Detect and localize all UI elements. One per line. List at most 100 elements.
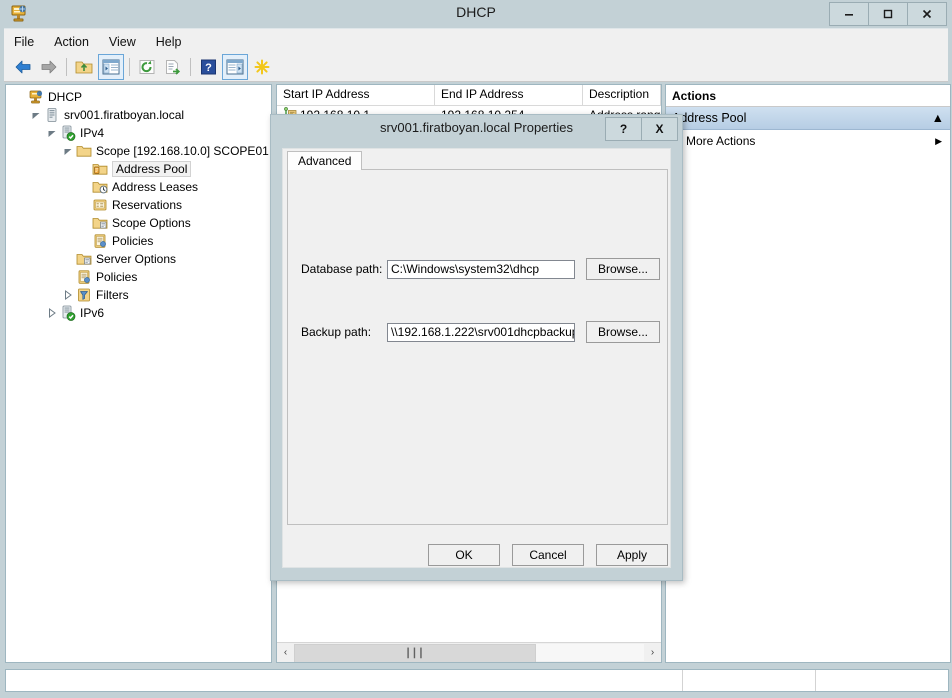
up-one-level-icon[interactable] <box>72 55 96 79</box>
database-path-input[interactable]: C:\Windows\system32\dhcp <box>387 259 575 279</box>
column-start-ip-address[interactable]: Start IP Address <box>277 85 435 105</box>
dialog-buttons: OK Cancel Apply <box>271 544 682 566</box>
ok-button[interactable]: OK <box>428 544 500 566</box>
tree-item-policies[interactable]: Policies <box>6 232 271 250</box>
show-hide-action-pane-icon[interactable] <box>222 54 248 80</box>
tree-item-scope-192-168-10-0-scope01[interactable]: Scope [192.168.10.0] SCOPE01 <box>6 142 271 160</box>
chevron-right-icon[interactable] <box>60 287 76 303</box>
scroll-right-arrow-icon[interactable]: › <box>644 644 661 661</box>
scrollbar-track[interactable]: ┃┃┃ <box>294 644 644 662</box>
column-description[interactable]: Description <box>583 85 661 105</box>
scrollbar-thumb[interactable]: ┃┃┃ <box>294 644 536 662</box>
cancel-button[interactable]: Cancel <box>512 544 584 566</box>
dialog-caption-buttons: ? X <box>605 117 678 141</box>
toolbar: ? <box>4 53 948 82</box>
tree-item-scope-options[interactable]: Scope Options <box>6 214 271 232</box>
show-hide-console-tree-icon[interactable] <box>98 54 124 80</box>
scrollbar-grip-icon: ┃┃┃ <box>405 648 425 658</box>
chevron-up-icon[interactable]: ▲ <box>932 111 944 125</box>
tree-item-policies[interactable]: Policies <box>6 268 271 286</box>
dialog-help-button[interactable]: ? <box>605 117 642 141</box>
tree-item-label: Policies <box>112 234 154 248</box>
dhcp-main-window: DHCP File Action View Help ? DHCP srv001… <box>0 0 952 698</box>
tab-advanced[interactable]: Advanced <box>287 151 363 170</box>
scroll-left-arrow-icon[interactable]: ‹ <box>277 644 294 661</box>
window-title: DHCP <box>456 4 496 20</box>
action-label: More Actions <box>686 134 756 148</box>
server-properties-dialog: srv001.firatboyan.local Properties ? X A… <box>270 114 683 581</box>
toolbar-separator <box>129 58 130 76</box>
minimize-button[interactable] <box>829 2 869 26</box>
tree-item-srv001-firatboyan-local[interactable]: srv001.firatboyan.local <box>6 106 271 124</box>
tree-item-ipv6[interactable]: IPv6 <box>6 304 271 322</box>
tree-item-label: IPv4 <box>80 126 105 140</box>
tree-item-label: Server Options <box>96 252 177 266</box>
dialog-close-button[interactable]: X <box>641 117 678 141</box>
filters-icon <box>76 287 92 303</box>
status-pane-1 <box>683 670 816 691</box>
tree-item-label: DHCP <box>48 90 83 104</box>
database-path-browse-button[interactable]: Browse... <box>586 258 660 280</box>
window-titlebar: DHCP <box>0 0 952 27</box>
back-icon[interactable] <box>11 55 35 79</box>
backup-path-browse-button[interactable]: Browse... <box>586 321 660 343</box>
tree-item-server-options[interactable]: Server Options <box>6 250 271 268</box>
column-end-ip-address[interactable]: End IP Address <box>435 85 583 105</box>
forward-icon[interactable] <box>37 55 61 79</box>
console-tree-pane[interactable]: DHCP srv001.firatboyan.local IPv4 Scope [19… <box>5 84 272 663</box>
actions-group-address-pool[interactable]: Address Pool ▲ <box>666 107 950 130</box>
tree-item-label: Address Pool <box>112 161 192 177</box>
dhcp-root-icon <box>28 89 44 105</box>
help-icon[interactable]: ? <box>196 55 220 79</box>
listview-horizontal-scrollbar[interactable]: ‹ ┃┃┃ › <box>277 642 661 662</box>
chevron-right-icon[interactable] <box>44 305 60 321</box>
maximize-button[interactable] <box>868 2 908 26</box>
database-path-row: Database path: C:\Windows\system32\dhcp … <box>301 258 660 280</box>
menubar: File Action View Help <box>4 28 948 54</box>
actions-pane-header: Actions <box>666 85 950 107</box>
tree-item-label: Address Leases <box>112 180 199 194</box>
chevron-down-icon[interactable] <box>44 125 60 141</box>
actions-pane: Actions Address Pool ▲ More Actions ▶ <box>665 84 951 663</box>
address-leases-icon <box>92 179 108 195</box>
tree-item-reservations[interactable]: Reservations <box>6 196 271 214</box>
database-path-label: Database path: <box>301 262 383 276</box>
policies-icon <box>76 269 92 285</box>
backup-path-row: Backup path: \\192.168.1.222\srv001dhcpb… <box>301 321 660 343</box>
dialog-body: Advanced Database path: C:\Windows\syste… <box>282 148 671 568</box>
refresh-icon[interactable] <box>135 55 159 79</box>
close-button[interactable] <box>907 2 947 26</box>
status-message <box>6 670 683 691</box>
tree-item-ipv4[interactable]: IPv4 <box>6 124 271 142</box>
menu-view[interactable]: View <box>99 32 146 52</box>
reservations-icon <box>92 197 108 213</box>
tree-item-address-pool[interactable]: Address Pool <box>6 160 271 178</box>
menu-help[interactable]: Help <box>146 32 192 52</box>
new-item-icon[interactable] <box>250 55 274 79</box>
export-list-icon[interactable] <box>161 55 185 79</box>
address-pool-icon <box>92 161 108 177</box>
tree-item-label: IPv6 <box>80 306 105 320</box>
action-more-actions[interactable]: More Actions ▶ <box>666 130 950 152</box>
tree-item-address-leases[interactable]: Address Leases <box>6 178 271 196</box>
chevron-down-icon[interactable] <box>28 107 44 123</box>
tree-item-label: Scope [192.168.10.0] SCOPE01 <box>96 144 269 158</box>
policies-icon <box>92 233 108 249</box>
tree-item-filters[interactable]: Filters <box>6 286 271 304</box>
menu-action[interactable]: Action <box>44 32 99 52</box>
chevron-down-icon[interactable] <box>60 143 76 159</box>
tree-item-label: Scope Options <box>112 216 191 230</box>
scope-folder-icon <box>76 143 92 159</box>
menu-file[interactable]: File <box>4 32 44 52</box>
apply-button[interactable]: Apply <box>596 544 668 566</box>
backup-path-input[interactable]: \\192.168.1.222\srv001dhcpbackup <box>387 322 575 342</box>
svg-text:?: ? <box>205 62 212 74</box>
tree-item-dhcp[interactable]: DHCP <box>6 88 271 106</box>
